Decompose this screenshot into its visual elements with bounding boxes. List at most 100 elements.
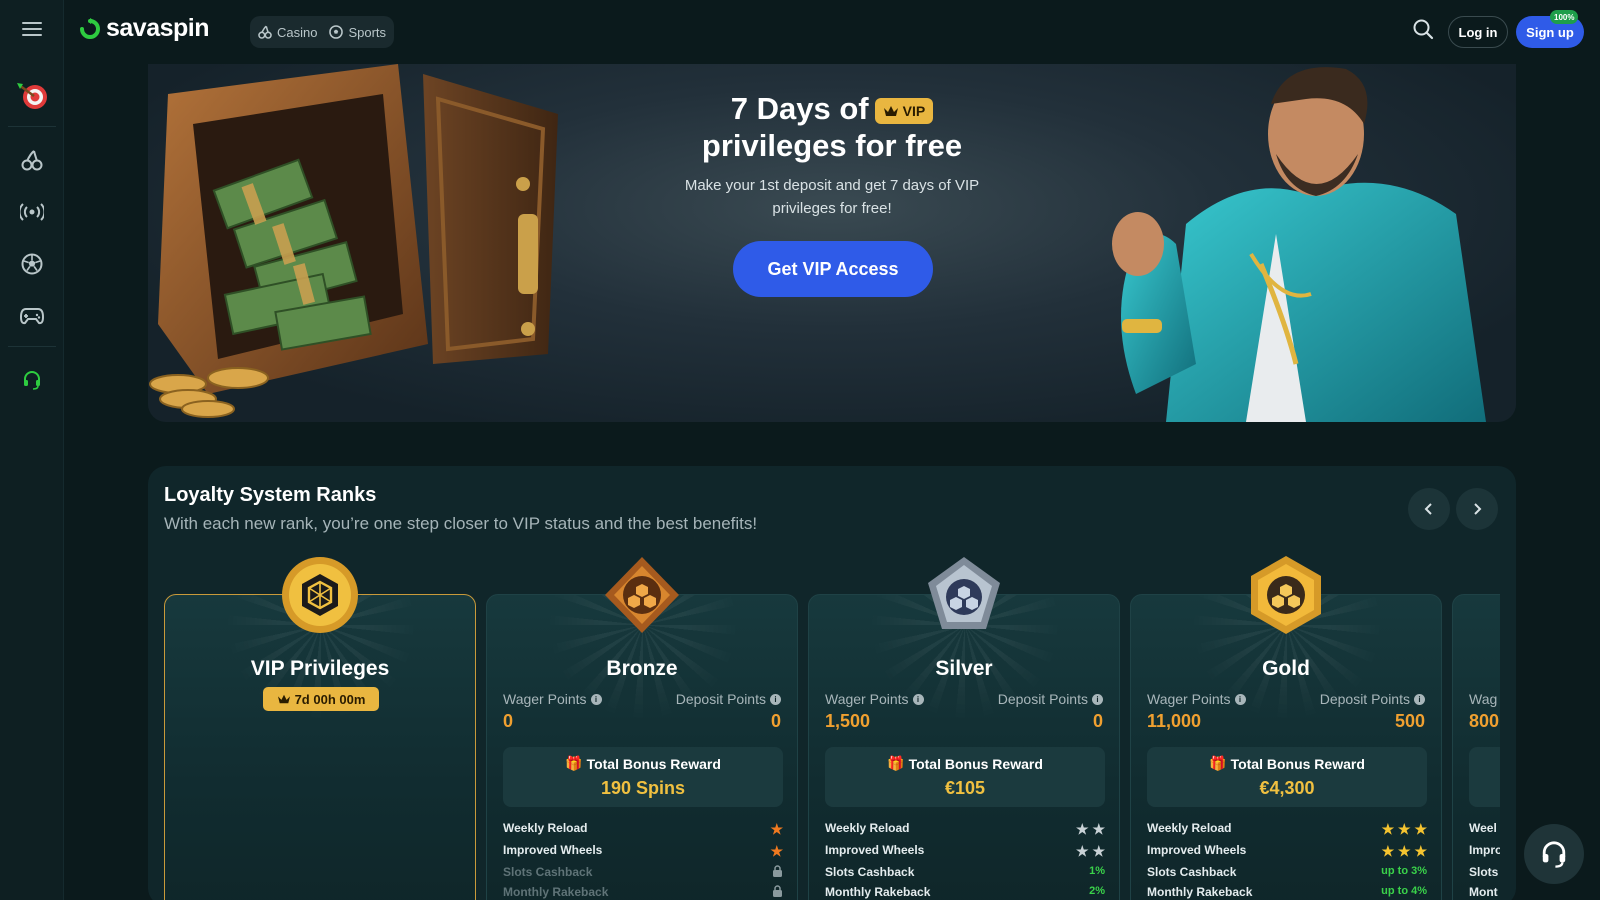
gold-rank-badge-icon xyxy=(1251,556,1321,634)
sidebar-item-casino[interactable] xyxy=(12,140,52,180)
perk-row: Weekly Reload ★ ★ xyxy=(825,821,1105,841)
sidebar-divider xyxy=(8,346,56,347)
brand-name: savaspin xyxy=(106,14,210,42)
perk-row: Weel xyxy=(1469,821,1497,835)
sidebar-item-support[interactable] xyxy=(12,360,52,400)
vip-rank-badge-icon xyxy=(282,557,358,633)
star-rating: ★ ★ xyxy=(1076,821,1105,837)
sidebar-item-sports[interactable] xyxy=(12,244,52,284)
sidebar-item-games[interactable] xyxy=(12,296,52,336)
rank-card-gold[interactable]: Gold Wager Points i Deposit Points i 11,00… xyxy=(1130,594,1442,900)
deposit-points-value: 500 xyxy=(1394,711,1425,731)
login-button[interactable]: Log in xyxy=(1448,16,1508,48)
sidebar-item-live[interactable] xyxy=(12,192,52,232)
rank-card-next-partial[interactable]: Wag 800 Weel Impro Slots Mont xyxy=(1452,594,1500,900)
total-bonus-reward: 🎁 Total Bonus Reward €105 xyxy=(825,747,1105,807)
reward-value: 190 Spins xyxy=(600,778,686,798)
support-icon xyxy=(24,371,40,390)
star-rating: ★ ★ ★ xyxy=(1381,821,1427,837)
perk-label: Monthly Rakeback xyxy=(1147,885,1253,899)
wager-points-label: Wager Points i xyxy=(503,691,602,707)
deposit-points-label: Deposit Points i xyxy=(1320,691,1425,707)
info-icon[interactable]: i xyxy=(1414,693,1425,705)
total-bonus-reward: 🎁 Total Bonus Reward 190 Spins xyxy=(503,747,783,807)
sidebar-item-promotions[interactable] xyxy=(12,76,52,116)
bronze-rank-badge-icon xyxy=(605,557,679,633)
perk-row: Slots xyxy=(1469,865,1499,879)
perk-label: Weekly Reload xyxy=(1147,821,1232,835)
brand-logo[interactable]: savaspin xyxy=(78,14,210,43)
wager-points-label: Wag xyxy=(1469,691,1498,707)
deposit-label-text: Deposit Points xyxy=(675,691,766,707)
rank-card-silver[interactable]: Silver Wager Points i Deposit Points i 1,5… xyxy=(808,594,1120,900)
perk-row: Monthly Rakeback xyxy=(503,885,783,900)
perk-row: Mont xyxy=(1469,885,1498,899)
rank-card-vip[interactable]: VIP Privileges 7d 00h 00m xyxy=(164,594,476,900)
wager-points-value: 800 xyxy=(1469,711,1500,731)
perk-row: Impro xyxy=(1469,843,1500,857)
wager-label-text: Wager Points xyxy=(503,691,587,707)
wager-points-label: Wager Points i xyxy=(1147,691,1246,707)
wager-label-text: Wager Points xyxy=(825,691,909,707)
perk-label: Slots Cashback xyxy=(1147,865,1237,879)
silver-rank-badge-icon xyxy=(928,557,1000,629)
perk-label: Slots Cashback xyxy=(825,865,915,879)
gift-icon: 🎁 xyxy=(1209,755,1227,771)
chevron-left-icon xyxy=(1424,503,1432,515)
target-icon xyxy=(17,83,47,109)
deposit-points-value: 0 xyxy=(1092,711,1103,731)
deposit-points-label: Deposit Points i xyxy=(998,691,1103,707)
menu-icon xyxy=(22,22,42,36)
deposit-points-label: Deposit Points i xyxy=(676,691,781,707)
top-header: savaspin Casino Sports Log in Sign up 10… xyxy=(64,0,1600,64)
perk-row: Improved Wheels ★ xyxy=(503,843,783,863)
search-button[interactable] xyxy=(1412,18,1440,46)
menu-button[interactable] xyxy=(12,9,52,49)
perk-row: Weekly Reload ★ ★ ★ xyxy=(1147,821,1427,841)
gift-icon: 🎁 xyxy=(565,755,583,771)
crown-icon xyxy=(277,694,290,704)
wager-points-value: 1,500 xyxy=(825,711,871,731)
crown-icon xyxy=(883,105,898,116)
wager-points-value: 0 xyxy=(503,711,514,731)
vip-promo-banner: 7 Days of VIP privileges for free Make yo… xyxy=(148,64,1516,422)
chevron-right-icon xyxy=(1474,503,1482,515)
star-rating: ★ ★ ★ xyxy=(1381,843,1427,859)
info-icon[interactable]: i xyxy=(770,693,781,705)
get-vip-access-button[interactable]: Get VIP Access xyxy=(733,241,933,297)
perk-value: up to 3% xyxy=(1381,865,1427,877)
perk-label: Improved Wheels xyxy=(825,843,925,857)
savaspin-logo-icon xyxy=(80,17,100,39)
product-tabs: Casino Sports xyxy=(250,16,395,48)
cherries-icon xyxy=(21,150,43,171)
info-icon[interactable]: i xyxy=(590,693,602,705)
star-rating: ★ ★ xyxy=(1076,843,1105,859)
gamepad-icon xyxy=(20,308,44,325)
support-chat-button[interactable] xyxy=(1524,824,1584,884)
wager-label-text: Wager Points xyxy=(1147,691,1231,707)
rank-name: Bronze xyxy=(606,657,678,680)
carousel-prev-button[interactable] xyxy=(1408,488,1450,530)
rank-card-bronze[interactable]: Bronze Wager Points i Deposit Points i 0 0… xyxy=(486,594,798,900)
tab-sports-label: Sports xyxy=(348,24,387,40)
carousel-next-button[interactable] xyxy=(1456,488,1498,530)
search-icon xyxy=(1413,19,1434,40)
info-icon[interactable]: i xyxy=(1234,693,1246,705)
reward-title: 🎁 Total Bonus Reward xyxy=(1147,755,1427,772)
live-signal-icon xyxy=(20,203,44,221)
tab-casino[interactable]: Casino xyxy=(258,25,317,40)
lock-icon xyxy=(772,865,783,878)
signup-bonus-badge: 100% xyxy=(1550,10,1579,24)
perk-label: Slots Cashback xyxy=(503,865,593,879)
soccer-ball-icon xyxy=(329,25,344,39)
perk-row: Slots Cashback xyxy=(503,865,783,885)
deposit-points-value: 0 xyxy=(770,711,781,731)
tab-sports[interactable]: Sports xyxy=(329,25,386,40)
info-icon[interactable]: i xyxy=(1092,693,1103,705)
rank-cards-carousel: VIP Privileges 7d 00h 00m Bronze Wager P… xyxy=(164,554,1500,900)
perk-row: Slots Cashback up to 3% xyxy=(1147,865,1427,885)
info-icon[interactable]: i xyxy=(912,693,924,705)
deposit-label-text: Deposit Points xyxy=(997,691,1088,707)
rank-name: Silver xyxy=(935,657,993,680)
total-bonus-reward xyxy=(1469,747,1500,807)
